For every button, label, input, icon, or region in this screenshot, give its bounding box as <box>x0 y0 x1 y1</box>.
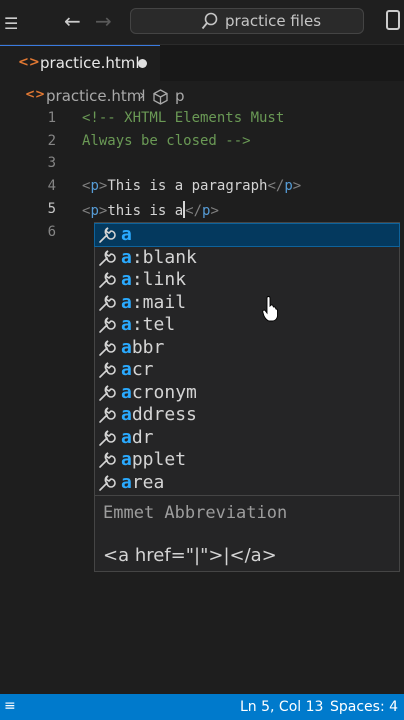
menu-icon[interactable]: ☰ <box>4 14 18 33</box>
code-content: <p>This is a paragraph</p> <box>82 178 301 194</box>
suggestion-label: ddress <box>131 404 197 425</box>
line-number: 2 <box>47 133 56 149</box>
tag-bracket: > <box>292 178 302 194</box>
code-line: 3 <box>0 153 404 175</box>
detail-divider <box>95 495 399 496</box>
remote-indicator-icon[interactable]: ≡ <box>4 698 16 714</box>
suggestion-label: :blank <box>131 247 197 268</box>
wrench-icon <box>99 407 116 423</box>
suggestion-item[interactable]: area <box>95 472 399 494</box>
code-line-active: 5 <p>this is a </p> <box>0 199 404 221</box>
suggestion-label: cr <box>131 359 154 380</box>
forward-arrow-icon[interactable]: → <box>95 9 112 33</box>
indentation-setting[interactable]: Spaces: 4 <box>330 699 398 715</box>
suggestion-item[interactable]: address <box>95 404 399 426</box>
match-highlight: a <box>121 337 132 358</box>
suggestion-item[interactable]: a:blank <box>95 247 399 269</box>
status-bar: ≡ Ln 5, Col 13 Spaces: 4 <box>0 694 404 720</box>
wrench-icon <box>99 272 116 288</box>
wrench-icon <box>99 430 116 446</box>
tag-bracket: </ <box>185 203 203 219</box>
title-bar: ☰ ← → practice files <box>0 0 404 45</box>
back-arrow-icon[interactable]: ← <box>64 9 81 33</box>
tag-bracket: </ <box>267 178 285 194</box>
wrench-icon <box>99 385 116 401</box>
wrench-icon <box>99 340 116 356</box>
layout-toggle-icon[interactable] <box>386 10 400 30</box>
tab-bar: <> practice.html <box>0 45 404 81</box>
match-highlight: a <box>121 404 132 425</box>
wrench-icon <box>99 362 116 378</box>
match-highlight: a <box>121 449 132 470</box>
breadcrumb: <> practice.html › p <box>0 86 404 108</box>
match-highlight: a <box>121 472 132 493</box>
line-number: 5 <box>47 201 56 217</box>
code-line: 2 Always be closed --> <box>0 131 404 153</box>
hand-pointer-icon <box>262 296 278 322</box>
command-center-search[interactable]: practice files <box>130 8 364 34</box>
tag-name: p <box>90 178 99 194</box>
line-number: 4 <box>47 178 56 194</box>
search-icon <box>201 12 218 30</box>
html-file-icon: <> <box>18 55 40 70</box>
match-highlight: a <box>121 247 132 268</box>
breadcrumb-symbol[interactable]: p <box>175 87 185 105</box>
search-text: practice files <box>225 12 322 30</box>
cursor-position[interactable]: Ln 5, Col 13 <box>240 699 323 715</box>
line-number: 6 <box>47 224 56 240</box>
comment-text: Always be closed --> <box>82 133 251 149</box>
match-highlight: a <box>121 224 132 245</box>
tab-practice-html[interactable]: <> practice.html <box>0 45 160 81</box>
suggestion-item[interactable]: a:link <box>95 269 399 291</box>
wrench-icon <box>99 250 116 266</box>
wrench-icon <box>99 295 116 311</box>
paragraph-text: this is a <box>107 203 184 219</box>
code-line: 4 <p>This is a paragraph</p> <box>0 176 404 198</box>
suggestion-item[interactable]: acr <box>95 359 399 381</box>
detail-snippet: <a href="|">|</a> <box>103 545 277 566</box>
suggestion-item[interactable]: a <box>94 223 400 247</box>
match-highlight: a <box>121 359 132 380</box>
suggestion-item[interactable]: a:mail <box>95 292 399 314</box>
suggestion-label: :link <box>131 269 187 290</box>
unsaved-dot-icon[interactable] <box>138 59 147 68</box>
match-highlight: a <box>121 382 132 403</box>
match-highlight: a <box>121 292 132 313</box>
suggestion-item[interactable]: applet <box>95 449 399 471</box>
breadcrumb-separator: › <box>139 86 145 104</box>
breadcrumb-file[interactable]: practice.html <box>46 87 146 105</box>
code-content: <p>this is a </p> <box>82 201 219 219</box>
suggestion-widget: a a:blank a:link a:mail a:tel abbr acr a… <box>94 222 400 572</box>
wrench-icon <box>99 317 116 333</box>
wrench-icon <box>99 452 116 468</box>
suggestion-label: rea <box>131 472 165 493</box>
symbol-cube-icon <box>153 89 168 105</box>
match-highlight: a <box>121 427 132 448</box>
tag-name: p <box>90 203 99 219</box>
tag-name: p <box>284 178 293 194</box>
suggestion-label: pplet <box>131 449 187 470</box>
line-number: 1 <box>47 110 56 126</box>
suggestion-item[interactable]: adr <box>95 427 399 449</box>
comment-text: <!-- XHTML Elements Must <box>82 110 285 126</box>
wrench-icon <box>99 227 116 243</box>
code-line: 1 <!-- XHTML Elements Must <box>0 108 404 130</box>
wrench-icon <box>99 475 116 491</box>
suggestion-label: bbr <box>131 337 165 358</box>
suggestion-label: cronym <box>131 382 197 403</box>
paragraph-text: This is a paragraph <box>107 178 268 194</box>
suggestion-label: :mail <box>131 292 187 313</box>
suggestion-label: :tel <box>131 314 176 335</box>
tab-label: practice.html <box>40 54 140 72</box>
suggestion-item[interactable]: a:tel <box>95 314 399 336</box>
match-highlight: a <box>121 269 132 290</box>
line-number: 3 <box>47 155 56 171</box>
match-highlight: a <box>121 314 132 335</box>
detail-title: Emmet Abbreviation <box>103 503 288 523</box>
tag-bracket: > <box>210 203 219 219</box>
suggestion-item[interactable]: abbr <box>95 337 399 359</box>
suggestion-label: dr <box>131 427 154 448</box>
html-file-icon: <> <box>25 87 46 101</box>
suggestion-item[interactable]: acronym <box>95 382 399 404</box>
